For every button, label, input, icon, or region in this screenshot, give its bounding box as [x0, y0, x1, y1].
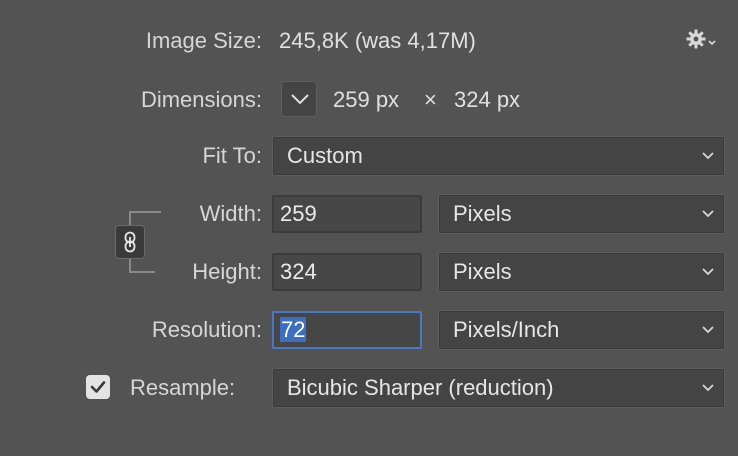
height-input[interactable]: 324	[272, 253, 422, 291]
width-input-value: 259	[280, 201, 317, 226]
settings-menu-button[interactable]	[685, 28, 721, 52]
link-chain-icon	[124, 231, 136, 253]
chevron-down-icon	[702, 384, 714, 392]
resolution-input[interactable]: 72	[272, 311, 422, 349]
resample-method-dropdown[interactable]: Bicubic Sharper (reduction)	[272, 368, 725, 408]
height-label: Height:	[192, 259, 262, 284]
image-size-label: Image Size:	[145, 28, 262, 53]
height-unit-selected: Pixels	[453, 259, 512, 284]
chevron-down-icon	[702, 210, 714, 218]
resample-label: Resample:	[130, 375, 236, 400]
resolution-unit-dropdown[interactable]: Pixels/Inch	[438, 310, 725, 350]
dimensions-label: Dimensions:	[140, 87, 262, 112]
dimensions-width-value: 259 px	[333, 87, 400, 112]
width-unit-dropdown[interactable]: Pixels	[438, 194, 725, 234]
image-size-dialog: Image Size: 245,8K (was 4,17M) Dimension…	[0, 0, 738, 456]
width-unit-selected: Pixels	[453, 201, 512, 226]
fit-to-selected: Custom	[287, 143, 363, 168]
resolution-label: Resolution:	[151, 317, 262, 342]
gear-icon	[686, 29, 716, 49]
chevron-down-icon	[702, 326, 714, 334]
chevron-down-icon	[702, 268, 714, 276]
height-unit-dropdown[interactable]: Pixels	[438, 252, 725, 292]
dimensions-units-dropdown[interactable]	[281, 81, 317, 117]
chevron-down-icon	[291, 94, 309, 105]
resample-method-selected: Bicubic Sharper (reduction)	[287, 375, 554, 400]
resolution-input-value: 72	[280, 317, 307, 342]
height-input-value: 324	[280, 259, 317, 284]
fit-to-label: Fit To:	[202, 143, 262, 168]
fit-to-dropdown[interactable]: Custom	[272, 136, 725, 176]
resolution-unit-selected: Pixels/Inch	[453, 317, 560, 342]
image-size-value: 245,8K (was 4,17M)	[279, 28, 476, 53]
width-input[interactable]: 259	[272, 195, 422, 233]
constrain-proportions-toggle[interactable]	[115, 225, 145, 259]
checkmark-icon	[90, 381, 106, 393]
dimensions-times-sign: ×	[424, 87, 437, 112]
resample-checkbox[interactable]	[86, 375, 110, 399]
width-label: Width:	[199, 201, 262, 226]
chevron-down-icon	[702, 152, 714, 160]
dimensions-height-value: 324 px	[454, 87, 521, 112]
